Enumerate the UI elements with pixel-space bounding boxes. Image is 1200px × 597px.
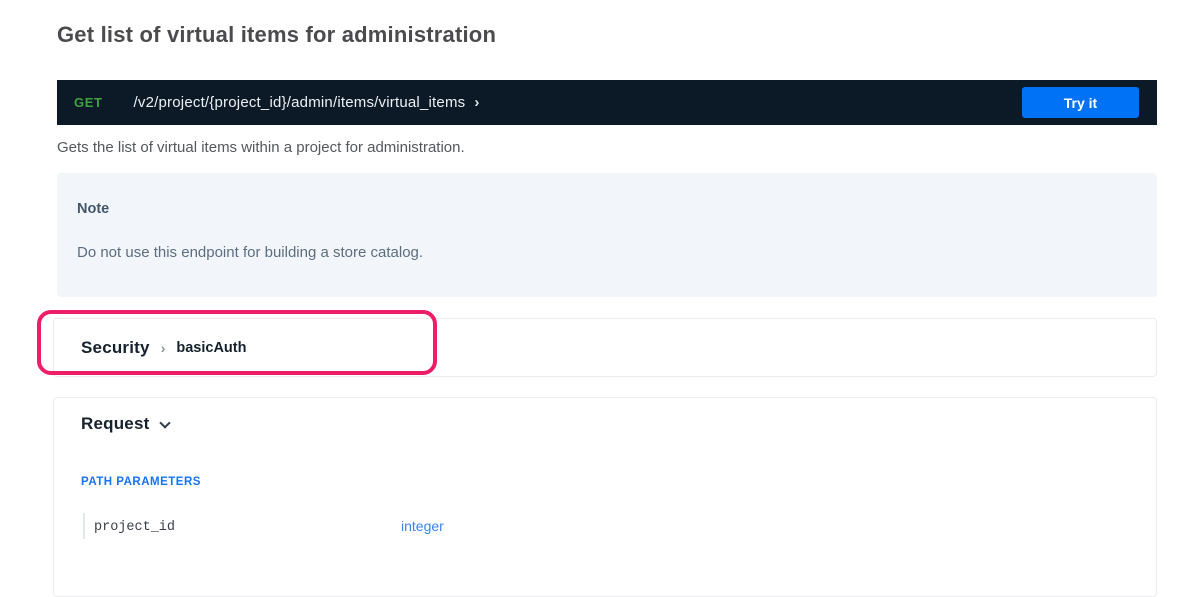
path-parameters-header: PATH PARAMETERS xyxy=(81,476,201,488)
security-section: Security › basicAuth xyxy=(53,318,1157,377)
try-it-button[interactable]: Try it xyxy=(1022,87,1139,118)
endpoint-bar: GET /v2/project/{project_id}/admin/items… xyxy=(57,80,1157,125)
security-scheme-link[interactable]: basicAuth xyxy=(176,340,246,356)
request-section-toggle[interactable]: Request xyxy=(81,414,169,434)
parameter-name: project_id xyxy=(94,520,175,535)
http-method-badge: GET xyxy=(74,95,103,110)
note-callout: Note Do not use this endpoint for buildi… xyxy=(57,173,1157,297)
chevron-down-icon xyxy=(160,417,171,428)
note-body: Do not use this endpoint for building a … xyxy=(77,244,1137,261)
endpoint-path: /v2/project/{project_id}/admin/items/vir… xyxy=(134,94,466,111)
tree-guide-line xyxy=(83,513,85,539)
chevron-right-icon[interactable]: › xyxy=(474,94,479,111)
endpoint-description: Gets the list of virtual items within a … xyxy=(57,139,465,156)
page-title: Get list of virtual items for administra… xyxy=(57,22,496,48)
parameter-type: integer xyxy=(401,518,444,534)
request-label: Request xyxy=(81,414,149,434)
chevron-right-icon: › xyxy=(161,340,166,356)
request-section: Request PATH PARAMETERS project_id integ… xyxy=(53,397,1157,597)
security-label: Security xyxy=(81,338,150,358)
note-title: Note xyxy=(77,201,1137,217)
